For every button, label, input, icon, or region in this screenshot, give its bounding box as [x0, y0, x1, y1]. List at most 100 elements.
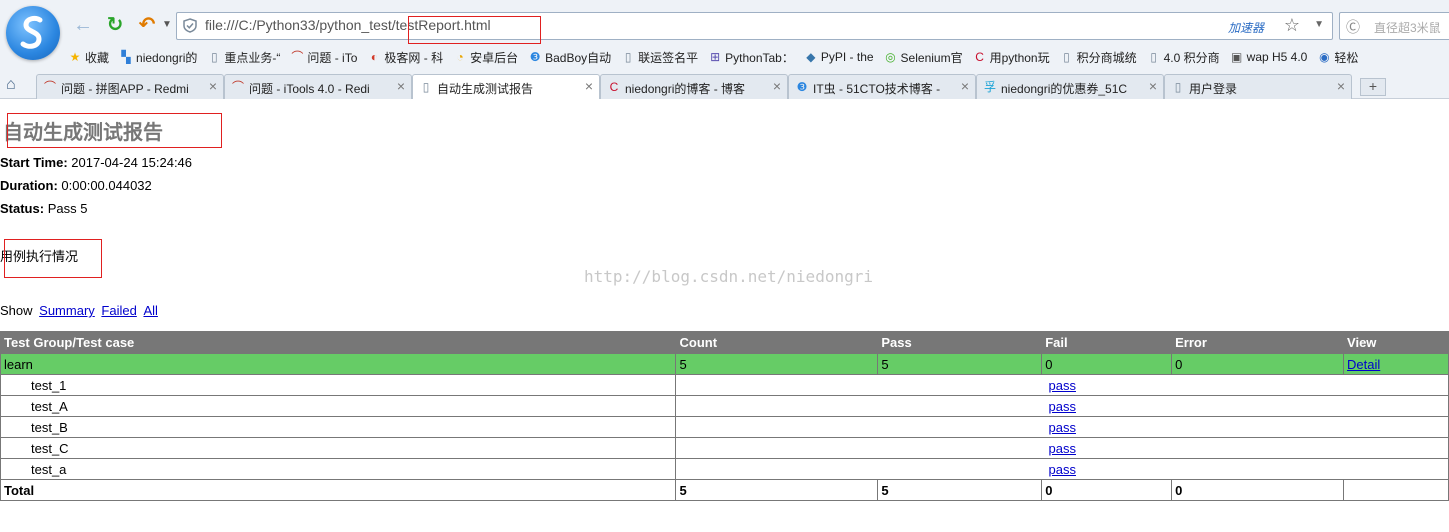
redmine-icon: ⌒ — [43, 80, 56, 94]
detail-link[interactable]: Detail — [1347, 357, 1380, 372]
total-view — [1343, 479, 1449, 501]
search-input[interactable]: 直径超3米鼠 — [1374, 19, 1441, 36]
bookmark-item[interactable]: ⌒ 问题 - iTo — [290, 46, 357, 68]
group-fail: 0 — [1041, 353, 1173, 375]
redmine-icon: ⌒ — [231, 80, 244, 94]
browser-tab[interactable]: ❸ IT虫 - 51CTO技术博客 - × — [788, 74, 976, 99]
highlight-box-description — [4, 239, 102, 278]
group-view: Detail — [1343, 353, 1449, 375]
address-dropdown-icon[interactable]: ▼ — [1314, 19, 1324, 30]
browser-tab[interactable]: ⌒ 问题 - 拼图APP - Redmi × — [36, 74, 224, 99]
start-time-label: Start Time: — [0, 155, 68, 170]
test-result-link[interactable]: pass — [1049, 399, 1076, 414]
bookmark-item[interactable]: ◐ 极客网 - 科 — [367, 46, 443, 68]
close-icon[interactable]: × — [397, 78, 405, 94]
bookmark-star-icon[interactable]: ☆ — [1284, 15, 1300, 36]
browser-tab[interactable]: ▯ 用户登录 × — [1164, 74, 1352, 99]
bookmark-item[interactable]: ◎ Selenium官 — [884, 46, 963, 68]
compass-icon: ◉ — [1319, 50, 1330, 64]
test-case-name: test_1 — [0, 374, 677, 396]
test-result-link[interactable]: pass — [1049, 462, 1076, 477]
close-icon[interactable]: × — [961, 78, 969, 94]
address-bar[interactable]: file:///C:/Python33/python_test/testRepo… — [176, 12, 1333, 40]
duration-label: Duration: — [0, 178, 58, 193]
browser-tab[interactable]: ▯ 自动生成测试报告 × — [412, 74, 600, 99]
total-error: 0 — [1171, 479, 1345, 501]
test-case-name: test_A — [0, 395, 677, 417]
failed-filter-link[interactable]: Failed — [101, 303, 136, 318]
bookmark-item[interactable]: ❸ BadBoy自动 — [528, 46, 611, 68]
home-icon[interactable]: ⌂ — [6, 76, 16, 94]
bookmark-label: 安卓后台 — [470, 50, 519, 65]
total-count: 5 — [675, 479, 879, 501]
browser-tab[interactable]: 孚 niedongri的优惠券_51C × — [976, 74, 1164, 99]
total-label: Total — [0, 479, 677, 501]
all-filter-link[interactable]: All — [143, 303, 157, 318]
status-label: Status: — [0, 201, 45, 216]
tab-label: 自动生成测试报告 — [437, 82, 534, 96]
test-case-name: test_a — [0, 458, 677, 480]
bookmark-item[interactable]: ▯ 联运签名平 — [621, 46, 698, 68]
search-box[interactable]: Ⓒ 直径超3米鼠 — [1339, 12, 1449, 40]
browser-tab[interactable]: Cniedongri的博客 - 博客 × — [600, 74, 788, 99]
test-case-name: test_B — [0, 416, 677, 438]
bookmarks-bar: ★ 收藏 ▚ niedongri的 ▯ 重点业务-“ ⌒ 问题 - iTo ◐ 极客网 - 科 ◔ 安… — [68, 46, 1368, 68]
close-icon[interactable]: × — [209, 78, 217, 94]
start-time-value: 2017-04-24 15:24:46 — [71, 155, 193, 170]
status: Status: Pass 5 — [0, 201, 87, 216]
search-icon: Ⓒ — [1346, 19, 1360, 35]
csdn-icon: C — [609, 80, 619, 94]
summary-filter-link[interactable]: Summary — [39, 303, 95, 318]
page-icon: ▯ — [1174, 80, 1182, 94]
close-icon[interactable]: × — [773, 78, 781, 94]
group-count: 5 — [675, 353, 879, 375]
header-view: View — [1343, 331, 1449, 354]
bookmark-item[interactable]: ◆ PyPI - the — [804, 46, 873, 68]
tab-label: niedongri的优惠券_51C — [1001, 82, 1128, 96]
bookmark-item[interactable]: ▣ wap H5 4.0 — [1230, 46, 1308, 68]
pythontab-icon: ⊞ — [710, 50, 721, 64]
group-row: learn 5 5 0 0 Detail — [0, 353, 1449, 375]
browser-tab[interactable]: ⌒ 问题 - iTools 4.0 - Redi × — [224, 74, 412, 99]
total-fail: 0 — [1041, 479, 1173, 501]
shield-icon — [183, 18, 197, 33]
bookmark-item[interactable]: ★ 收藏 — [68, 46, 109, 68]
test-result-link[interactable]: pass — [1049, 420, 1076, 435]
bookmark-item[interactable]: ▯ 4.0 积分商 — [1147, 46, 1219, 68]
accelerator-button[interactable]: 加速器 — [1228, 19, 1264, 36]
test-case-name: test_C — [0, 437, 677, 459]
test-case-result-cell: pass — [675, 437, 1449, 459]
tab-label: niedongri的博客 - 博客 — [625, 82, 746, 96]
test-result-link[interactable]: pass — [1049, 378, 1076, 393]
close-icon[interactable]: × — [1337, 78, 1345, 94]
back-arrow-icon[interactable]: ← — [70, 12, 96, 38]
new-tab-button[interactable]: + — [1360, 78, 1386, 96]
bookmark-item[interactable]: ⊞ PythonTab： — [708, 46, 794, 68]
bookmark-label: wap H5 4.0 — [1246, 50, 1308, 64]
sogou-browser-logo-icon[interactable] — [6, 6, 60, 60]
close-icon[interactable]: × — [1149, 78, 1157, 94]
close-icon[interactable]: × — [585, 78, 593, 94]
test-case-result-cell: pass — [675, 458, 1449, 480]
bookmark-item[interactable]: ▯ 重点业务-“ — [207, 46, 280, 68]
group-name: learn — [0, 353, 677, 375]
header-count: Count — [675, 331, 879, 354]
bookmark-item[interactable]: C 用python玩 — [973, 46, 1049, 68]
cto-icon: ❸ — [796, 80, 808, 94]
page-icon: ▯ — [422, 80, 430, 94]
refresh-icon[interactable]: ↻ — [102, 12, 128, 38]
bookmark-item[interactable]: ▯ 积分商城统 — [1060, 46, 1136, 68]
tab-label: IT虫 - 51CTO技术博客 - — [813, 82, 941, 96]
start-time: Start Time: 2017-04-24 15:24:46 — [0, 155, 192, 170]
csdn-icon: C — [975, 50, 984, 64]
bookmark-item[interactable]: ◉ 轻松 — [1317, 46, 1358, 68]
bookmark-item[interactable]: ◔ 安卓后台 — [453, 46, 518, 68]
bookmark-label: Selenium官 — [900, 50, 963, 65]
tab-label: 问题 - iTools 4.0 - Redi — [249, 82, 370, 96]
test-result-link[interactable]: pass — [1049, 441, 1076, 456]
bookmark-item[interactable]: ▚ niedongri的 — [119, 46, 197, 68]
page-icon: ▯ — [211, 50, 218, 64]
test-case-result-cell: pass — [675, 416, 1449, 438]
bookmark-label: 联运签名平 — [638, 50, 699, 65]
tab-label: 问题 - 拼图APP - Redmi — [61, 82, 189, 96]
